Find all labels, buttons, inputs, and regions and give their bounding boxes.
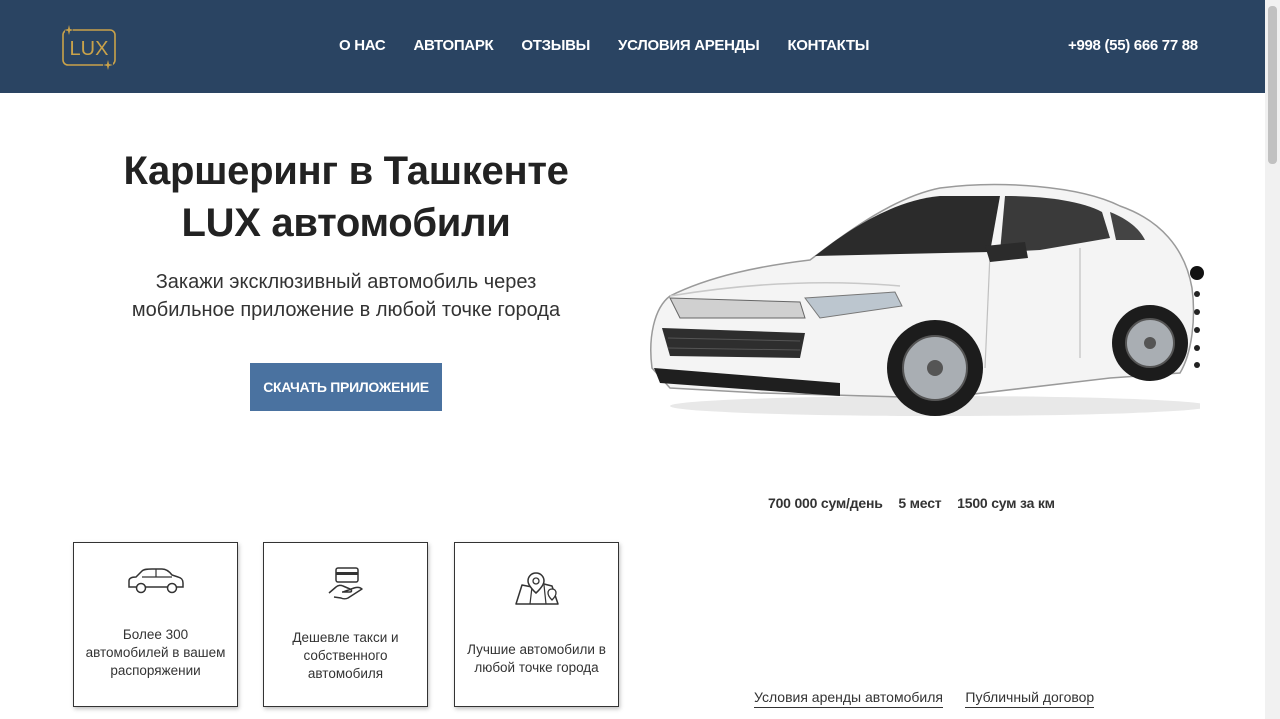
- download-app-button[interactable]: СКАЧАТЬ ПРИЛОЖЕНИЕ: [250, 363, 442, 411]
- scrollbar-thumb[interactable]: [1268, 6, 1277, 164]
- car-image: [650, 183, 1200, 416]
- feature-text: Более 300 автомобилей в вашем распоряжен…: [85, 627, 226, 678]
- slider-dot-active[interactable]: [1190, 266, 1204, 280]
- nav-about[interactable]: О НАС: [339, 37, 386, 54]
- hero-subtitle-line1: Закажи эксклюзивный автомобиль через: [155, 271, 537, 293]
- slider-dot[interactable]: [1194, 327, 1200, 333]
- slider-dot[interactable]: [1194, 309, 1200, 315]
- hero-subtitle: Закажи эксклюзивный автомобиль через моб…: [96, 268, 596, 324]
- car-per-km: 1500 сум за км: [957, 495, 1055, 511]
- feature-text: Дешевле такси и собственного автомобиля: [292, 630, 399, 681]
- rental-terms-link[interactable]: Условия аренды автомобиля: [754, 689, 943, 708]
- hero-title-line2: LUX автомобили: [181, 201, 511, 245]
- lux-logo[interactable]: LUX: [58, 24, 120, 70]
- slider-dot[interactable]: [1194, 291, 1200, 297]
- nav-fleet[interactable]: АВТОПАРК: [413, 37, 493, 54]
- phone-link[interactable]: +998 (55) 666 77 88: [1068, 37, 1198, 54]
- car-icon: [127, 568, 184, 594]
- car-seats: 5 мест: [898, 495, 942, 511]
- hero-subtitle-line2: мобильное приложение в любой точке город…: [131, 299, 561, 321]
- feature-card-location: Лучшие автомобили в любой точке города: [454, 542, 619, 707]
- feature-card-fleet: Более 300 автомобилей в вашем распоряжен…: [73, 542, 238, 707]
- main-nav: О НАС АВТОПАРК ОТЗЫВЫ УСЛОВИЯ АРЕНДЫ КОН…: [339, 37, 897, 54]
- slider-dot[interactable]: [1194, 362, 1200, 368]
- slider-dots: [1190, 266, 1204, 368]
- map-pin-icon: [514, 572, 559, 605]
- svg-text:LUX: LUX: [70, 38, 109, 60]
- site-header: LUX О НАС АВТОПАРК ОТЗЫВЫ УСЛОВИЯ АРЕНДЫ…: [0, 0, 1265, 93]
- footer-links: Условия аренды автомобиля Публичный дого…: [754, 689, 1112, 708]
- car-price: 700 000 сум/день: [768, 495, 883, 511]
- hero-title: Каршеринг в Ташкенте LUX автомобили: [60, 145, 632, 249]
- nav-reviews[interactable]: ОТЗЫВЫ: [521, 37, 590, 54]
- public-contract-link[interactable]: Публичный договор: [965, 689, 1095, 708]
- feature-card-price: Дешевле такси и собственного автомобиля: [263, 542, 428, 707]
- page-scrollbar[interactable]: [1265, 0, 1280, 719]
- car-specs: 700 000 сум/день 5 мест 1500 сум за км: [768, 495, 1067, 511]
- slider-dot[interactable]: [1194, 345, 1200, 351]
- hero-title-line1: Каршеринг в Ташкенте: [123, 149, 569, 193]
- nav-rental-terms[interactable]: УСЛОВИЯ АРЕНДЫ: [618, 37, 760, 54]
- card-hand-icon: [328, 567, 363, 600]
- feature-text: Лучшие автомобили в любой точке города: [467, 642, 606, 675]
- nav-contacts[interactable]: КОНТАКТЫ: [787, 37, 869, 54]
